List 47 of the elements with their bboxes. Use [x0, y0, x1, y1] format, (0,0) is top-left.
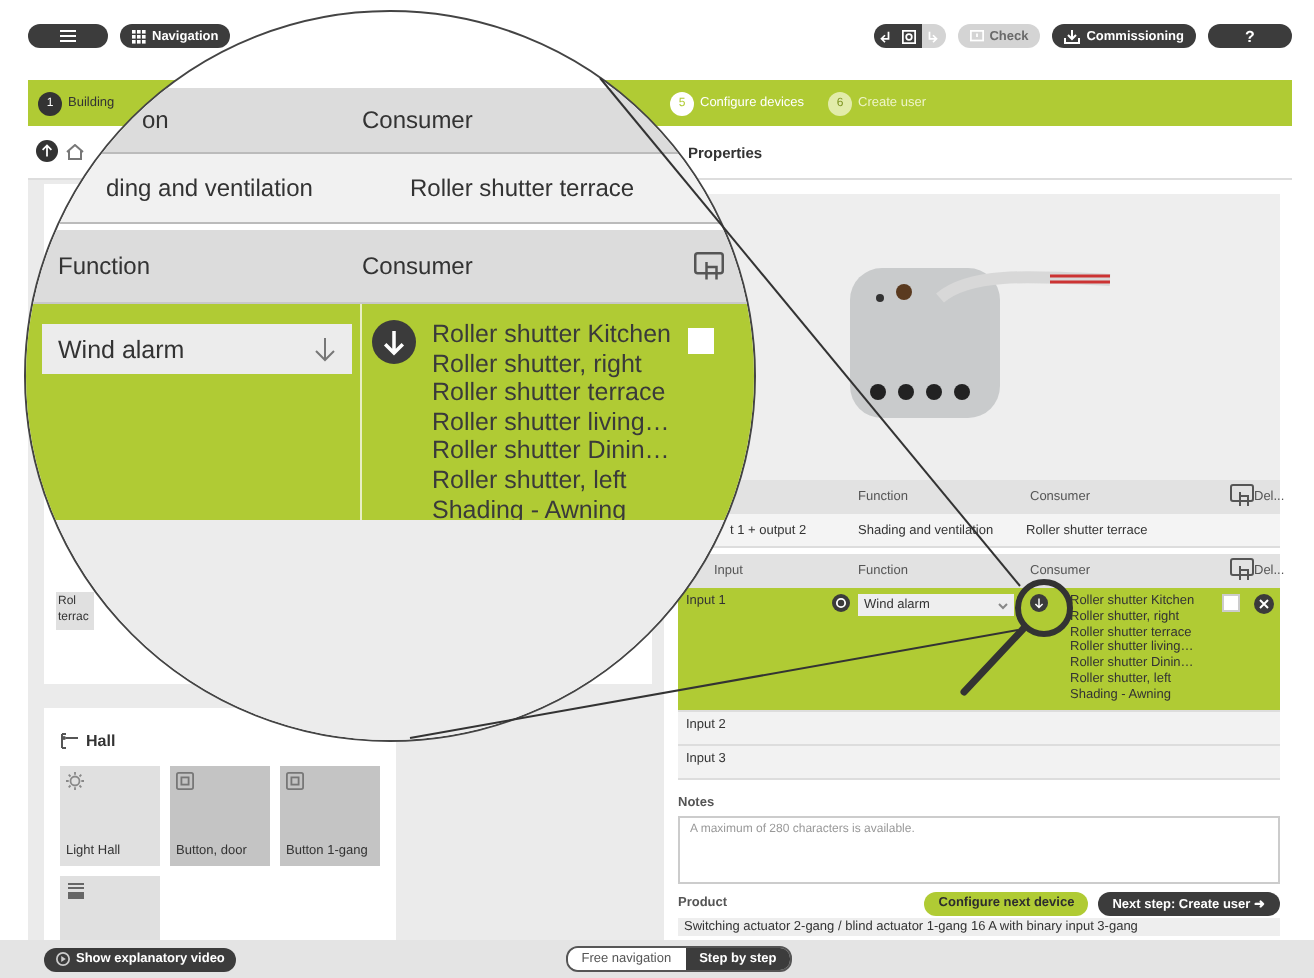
home-icon[interactable]	[66, 144, 84, 160]
list-icon	[60, 30, 76, 42]
up-arrow-icon	[36, 139, 58, 161]
comment-icon	[969, 29, 984, 43]
delete-icon[interactable]	[1254, 594, 1274, 614]
menu-button[interactable]	[28, 24, 108, 48]
consumer-item: Shading - Awning	[432, 495, 629, 525]
undo-icon	[878, 29, 893, 43]
consumer-item: Roller shutter, right	[432, 349, 644, 379]
bulb-icon	[66, 772, 84, 790]
up-button[interactable]	[36, 137, 58, 167]
grid-icon	[132, 29, 146, 43]
touch-icon[interactable]	[694, 251, 724, 281]
help-button[interactable]: ?	[1208, 24, 1292, 48]
touch-icon[interactable]	[1230, 557, 1254, 581]
touch-icon[interactable]	[1230, 483, 1254, 507]
table-cell-text: ding and ventilation	[104, 174, 315, 202]
redo-button[interactable]	[921, 24, 946, 48]
checkbox[interactable]	[1222, 594, 1240, 612]
snapshot-button[interactable]	[897, 24, 922, 48]
room-title: Hall	[86, 732, 116, 750]
gear-icon[interactable]	[832, 594, 850, 612]
table-cell-text: Roller shutter terrace	[408, 174, 637, 202]
magnifier-lens-overlay	[960, 579, 1073, 696]
chevron-icon	[998, 601, 1008, 609]
consumer-item: Roller shutter, left	[432, 465, 629, 496]
consumer-item: Roller shutter Kitchen	[432, 320, 672, 350]
consumer-item: Roller shutter terrace	[432, 378, 668, 408]
column-header: on	[140, 106, 171, 134]
switch-icon	[176, 772, 194, 790]
down-arrow-icon[interactable]	[1030, 594, 1048, 612]
column-header: Consumer	[362, 252, 475, 280]
column-header: Function	[56, 252, 153, 280]
down-arrow-icon	[314, 337, 336, 361]
checkbox[interactable]	[687, 328, 714, 354]
download-icon	[1064, 29, 1081, 43]
redo-icon	[926, 29, 941, 43]
switch-icon	[286, 772, 304, 790]
undo-button[interactable]	[873, 24, 898, 48]
consumer-item: Roller shutter living…	[432, 407, 672, 437]
camera-icon	[902, 29, 917, 43]
function-dropdown[interactable]: Wind alarm	[42, 324, 352, 374]
column-header: Consumer	[362, 106, 475, 134]
play-icon	[56, 952, 70, 966]
blind-icon	[66, 882, 86, 900]
consumer-item: Roller shutter Dinin…	[432, 436, 672, 466]
room-icon	[60, 732, 78, 750]
